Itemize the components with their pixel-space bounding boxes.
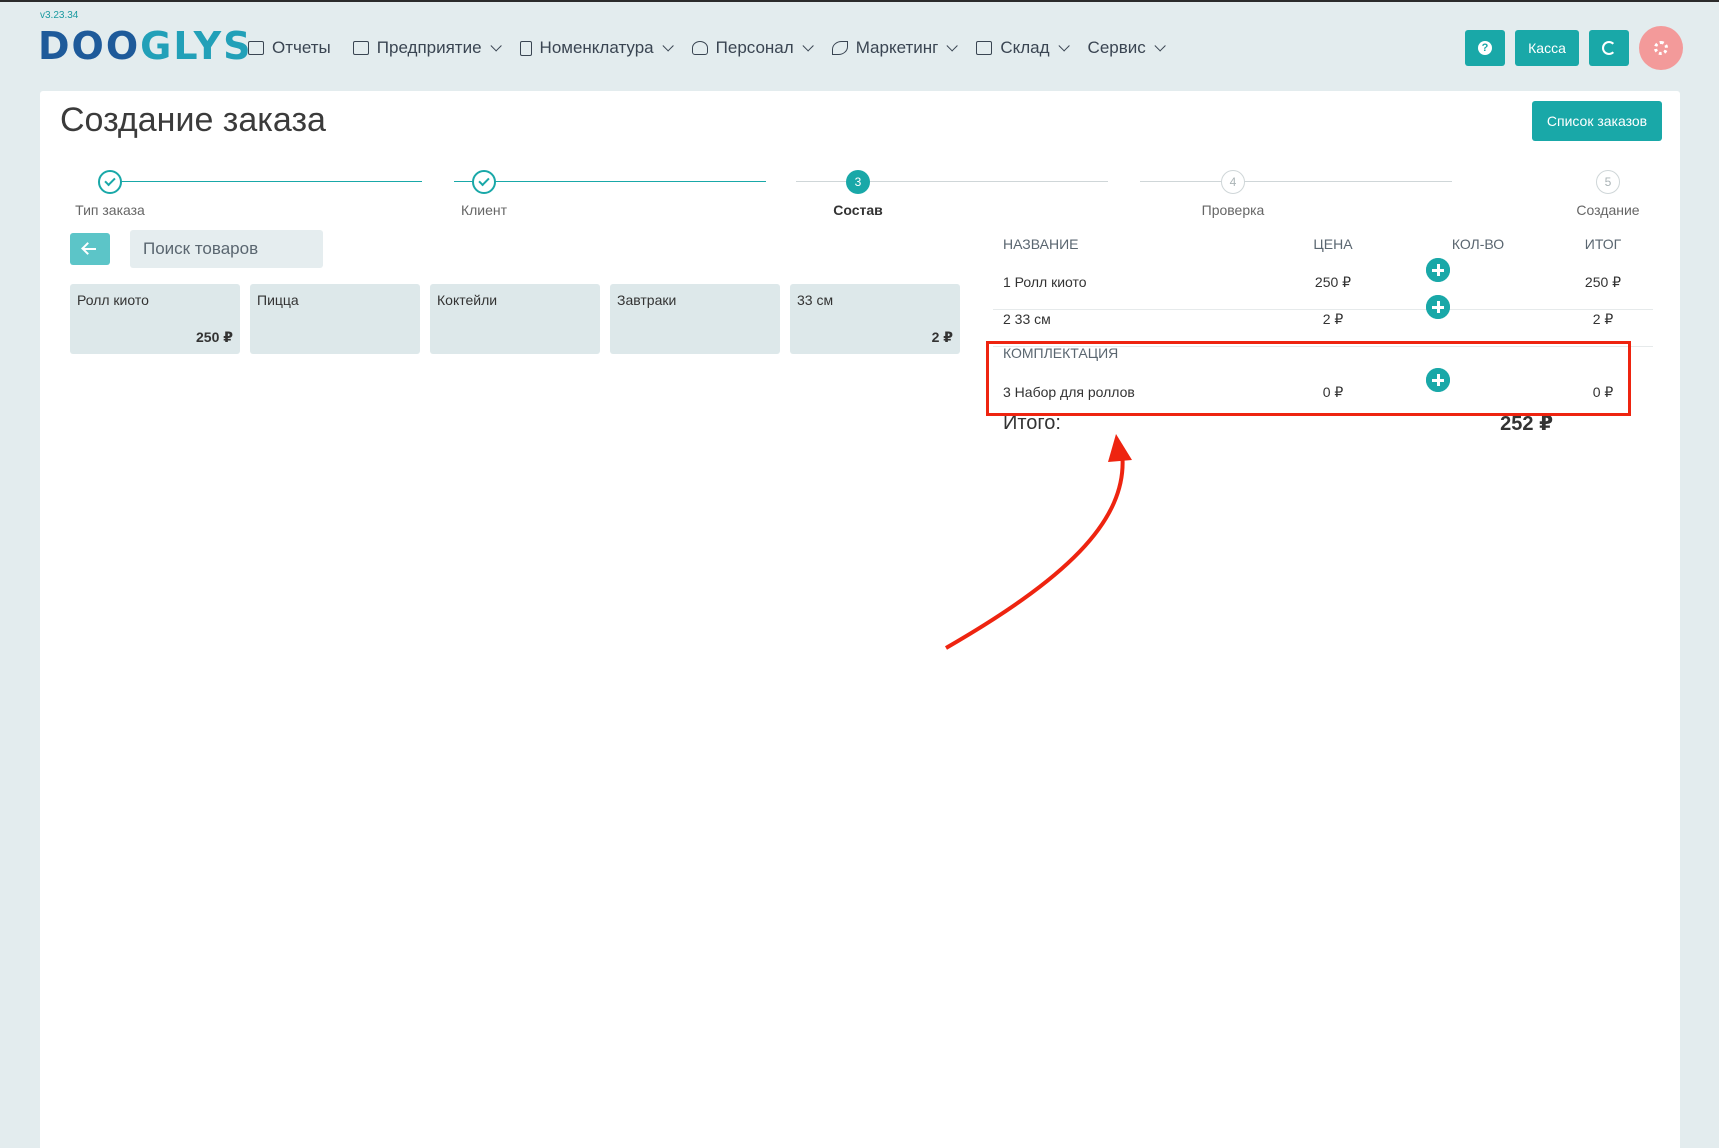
increase-button[interactable] [1426,258,1450,282]
store-icon [352,41,369,55]
step-done-indicator [472,170,496,194]
annotation-highlight-box [986,341,1631,416]
step-label: Создание [1576,202,1640,218]
item-total: 2 ₽ [1592,311,1614,327]
logo[interactable]: DOOGLYS [38,24,253,68]
step-label: Клиент [460,202,508,218]
step-label: Состав [833,202,883,218]
nav-item-nomenclature[interactable]: Номенклатура [519,38,674,58]
table-header: НАЗВАНИЕ ЦЕНА КОЛ-ВО ИТОГ [993,236,1653,266]
nav-item-staff[interactable]: Персонал [691,38,814,58]
settings-button[interactable] [1639,26,1683,70]
logo-main: DOO [38,24,141,68]
header-qty: КОЛ-ВО [1451,236,1505,252]
rocket-icon [831,41,848,55]
step-create[interactable]: 5 Создание [1548,170,1668,218]
back-button[interactable] [70,233,110,265]
step-number: 4 [1221,170,1245,194]
step-number: 5 [1596,170,1620,194]
order-stepper: Тип заказа Клиент 3 Состав 4 Проверка 5 … [40,166,1680,226]
chevron-down-icon [802,40,814,52]
nav-item-label: Сервис [1087,38,1146,57]
product-search-input[interactable] [130,230,323,268]
item-name: 1 Ролл киото [1003,274,1087,290]
item-name: 2 33 см [1003,311,1051,327]
chevron-down-icon [1058,40,1070,52]
chevron-down-icon [946,40,959,52]
step-review[interactable]: 4 Проверка [1173,170,1293,218]
help-button[interactable]: ? [1465,30,1505,66]
header-price: ЦЕНА [1313,236,1353,252]
users-icon [691,41,708,55]
header-total: ИТОГ [1584,236,1622,252]
nav-item-warehouse[interactable]: Склад [976,38,1070,58]
refresh-button[interactable] [1589,30,1629,66]
version-label: v3.23.34 [40,10,79,21]
product-name: 33 см [797,292,834,308]
nav-item-marketing[interactable]: Маркетинг [831,38,959,58]
toolbar: ? Касса [1465,26,1683,70]
product-price: 250 ₽ [196,329,233,345]
refresh-icon [1602,41,1616,55]
chevron-down-icon [1154,40,1166,52]
chevron-down-icon [662,40,674,52]
nav-item-label: Предприятие [376,38,482,57]
nav-item-enterprise[interactable]: Предприятие [352,38,502,58]
nav-item-label: Отчеты [272,38,331,57]
nav-item-label: Персонал [715,38,794,57]
main-nav: Отчеты Предприятие Номенклатура Персонал… [248,38,1184,58]
product-name: Пицца [257,292,299,308]
step-label: Проверка [1201,202,1265,218]
document-icon [519,40,532,56]
step-done-indicator [98,170,122,194]
product-tile[interactable]: Ролл киото 250 ₽ [70,284,240,354]
header-name: НАЗВАНИЕ [1003,236,1079,252]
page-title: Создание заказа [60,101,326,139]
nav-item-service[interactable]: Сервис [1087,38,1166,58]
main-panel: Создание заказа Список заказов Тип заказ… [40,91,1680,1148]
kassa-button[interactable]: Касса [1515,30,1579,66]
item-price: 250 ₽ [1314,274,1352,290]
increase-button[interactable] [1426,295,1450,319]
step-number: 3 [846,170,870,194]
boxes-icon [976,41,993,55]
product-tile[interactable]: 33 см 2 ₽ [790,284,960,354]
nav-item-label: Склад [1000,38,1050,57]
item-total: 250 ₽ [1584,274,1622,290]
check-icon [104,174,116,187]
nav-item-label: Номенклатура [539,38,654,57]
nav-item-reports[interactable]: Отчеты [248,38,331,58]
gear-icon [1654,41,1668,55]
product-price: 2 ₽ [931,329,953,345]
arrow-left-icon [84,248,96,250]
product-tile[interactable]: Пицца [250,284,420,354]
product-tile[interactable]: Коктейли [430,284,600,354]
chevron-down-icon [490,40,502,52]
check-icon [478,174,490,187]
product-name: Завтраки [617,292,677,308]
product-tile[interactable]: Завтраки [610,284,780,354]
help-icon: ? [1478,41,1492,55]
step-label: Тип заказа [75,202,145,218]
logo-accent: GLYS [140,24,253,68]
product-grid: Ролл киото 250 ₽ Пицца Коктейли Завтраки… [70,284,960,354]
orders-list-button[interactable]: Список заказов [1532,101,1662,141]
item-price: 2 ₽ [1322,311,1344,327]
chart-icon [248,41,264,55]
step-order-type[interactable]: Тип заказа [50,170,170,218]
step-composition[interactable]: 3 Состав [798,170,918,218]
nav-item-label: Маркетинг [855,38,939,57]
table-row: 1 Ролл киото 250 ₽ 1 250 ₽ [993,258,1653,310]
product-name: Ролл киото [77,292,149,308]
step-client[interactable]: Клиент [424,170,544,218]
product-name: Коктейли [437,292,498,308]
